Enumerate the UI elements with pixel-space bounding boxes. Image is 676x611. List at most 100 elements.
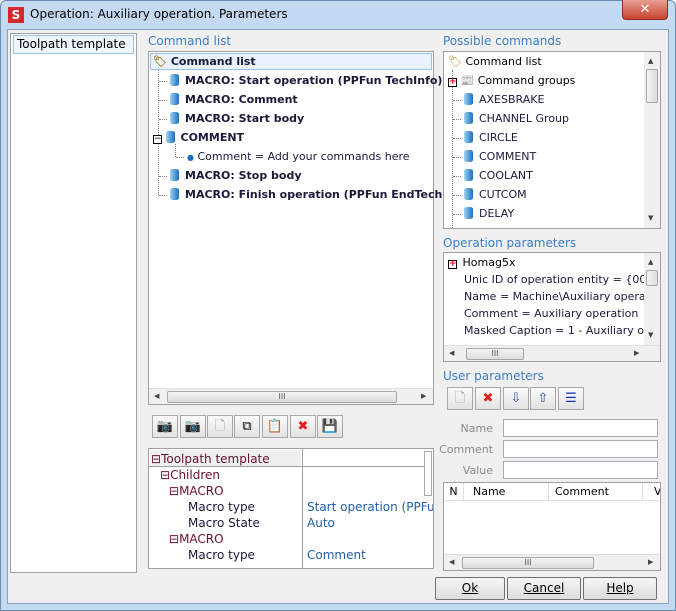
tree-root[interactable]: 🏷 Command list <box>153 53 256 71</box>
ok-button[interactable]: Ok <box>435 577 505 600</box>
nav-item-toolpath-template[interactable]: Toolpath template <box>13 35 134 54</box>
user-parameters-label: User parameters <box>443 369 544 383</box>
comment-label: Comment <box>439 443 493 456</box>
new-page-icon: 🗋 <box>214 419 226 434</box>
possible-commands-tree[interactable]: 🏷 Command list + 📰 Command groups AXESBR… <box>443 51 661 229</box>
command-icon <box>464 131 473 143</box>
tree-item[interactable]: CIRCLE <box>464 129 518 147</box>
tree-item[interactable]: DELAY <box>464 205 514 223</box>
tree-item[interactable]: MACRO: Start body <box>170 110 304 128</box>
paste-button[interactable]: 📋 <box>262 415 288 438</box>
save-button[interactable]: 💾 <box>317 415 343 438</box>
command-icon <box>170 112 179 124</box>
grid-row[interactable]: ⊟Toolpath template <box>151 451 270 467</box>
tree-item[interactable]: CUTCOM <box>464 186 527 204</box>
tree-item[interactable]: MACRO: Start operation (PPFun TechInfo) <box>170 72 442 90</box>
vertical-scrollbar[interactable]: ▲ ▼ <box>644 52 660 228</box>
tree-item[interactable]: AXESBRAKE <box>464 91 544 109</box>
collapse-icon[interactable]: ⊟ <box>169 484 179 498</box>
tree-line <box>453 214 461 215</box>
tree-item[interactable]: COMMENT <box>464 148 536 166</box>
tree-root-label: Homag5x <box>462 256 516 269</box>
parameter-item[interactable]: Unic ID of operation entity = {00… <box>464 271 657 289</box>
cancel-button[interactable]: Cancel <box>507 577 581 600</box>
grid-row[interactable]: ⊟Children <box>160 467 220 483</box>
comment-input[interactable] <box>503 440 658 458</box>
command-list-icon: 🏷 <box>153 55 167 68</box>
column-header-comment[interactable]: Comment <box>549 483 643 500</box>
command-icon <box>464 169 473 181</box>
parameter-item[interactable]: Name = Machine\Auxiliary operation <box>464 288 660 306</box>
property-grid[interactable]: ⊟Toolpath template ⊟Children ⊟MACRO Macr… <box>148 448 434 569</box>
app-logo-icon: S <box>8 7 24 23</box>
expand-icon[interactable]: + <box>448 260 457 269</box>
name-label: Name <box>460 422 493 435</box>
tree-item-label: CIRCLE <box>479 131 518 144</box>
name-input[interactable] <box>503 419 658 437</box>
new-page-icon: 🗋 <box>454 391 466 406</box>
horizontal-scrollbar[interactable]: ◀ III ▶ <box>149 388 433 404</box>
collapse-icon[interactable]: ⊟ <box>169 532 179 546</box>
delete-icon: ✖ <box>297 419 309 434</box>
tree-item[interactable]: CHANNEL Group <box>464 110 569 128</box>
value-input[interactable] <box>503 461 658 479</box>
command-list-icon: 🏷 <box>448 55 462 68</box>
tree-item[interactable]: MACRO: Finish operation (PPFun EndTechI.… <box>170 186 459 204</box>
parameter-dot-icon: ● <box>187 153 194 162</box>
tree-root[interactable]: 🏷 Command list <box>448 53 542 71</box>
tree-item-label: Command groups <box>477 74 576 87</box>
horizontal-scrollbar[interactable]: ◀ III ▶ <box>444 554 660 570</box>
vertical-scrollbar[interactable]: ▲ ▼ <box>644 253 660 345</box>
import-button[interactable]: 📷 <box>152 415 178 438</box>
command-icon <box>464 188 473 200</box>
command-icon <box>170 93 179 105</box>
operation-parameters-tree[interactable]: + Homag5x Unic ID of operation entity = … <box>443 252 661 362</box>
collapse-icon[interactable]: ⊟ <box>160 468 170 482</box>
tree-item-group[interactable]: + 📰 Command groups <box>448 72 575 90</box>
expand-icon[interactable]: + <box>448 78 457 87</box>
cancel-label: Cancel <box>523 581 565 595</box>
delete-parameter-button[interactable]: ✖ <box>475 387 501 410</box>
column-header-n[interactable]: N <box>444 483 464 500</box>
grid-value[interactable]: Start operation (PPFun <box>307 499 433 515</box>
copy-button[interactable]: ⧉ <box>234 415 260 438</box>
command-icon <box>464 207 473 219</box>
grid-row[interactable]: ⊟MACRO <box>169 531 224 547</box>
collapse-icon[interactable]: − <box>153 135 162 144</box>
grid-value[interactable]: Comment <box>307 547 366 563</box>
export-button[interactable]: 📷 <box>180 415 206 438</box>
new-parameter-button[interactable]: 🗋 <box>447 387 473 410</box>
new-button[interactable]: 🗋 <box>207 415 233 438</box>
tree-item[interactable]: ● Comment = Add your commands here <box>187 148 410 166</box>
delete-button[interactable]: ✖ <box>290 415 316 438</box>
title-bar[interactable]: S Operation: Auxiliary operation. Parame… <box>0 0 676 28</box>
tree-root[interactable]: + Homag5x <box>448 254 515 272</box>
grid-key: MACRO <box>179 532 224 546</box>
vertical-scrollbar[interactable] <box>424 451 432 496</box>
parameter-item[interactable]: Masked Caption = 1 - Auxiliary op… <box>464 322 660 340</box>
columns-button[interactable]: ☰ <box>558 387 584 410</box>
tree-item-label: CUTCOM <box>479 188 527 201</box>
column-header-value[interactable]: V <box>654 483 660 500</box>
tree-line <box>453 100 461 101</box>
tree-item[interactable]: MACRO: Stop body <box>170 167 302 185</box>
grid-value[interactable]: Auto <box>307 515 335 531</box>
grid-row[interactable]: ⊟MACRO <box>169 483 224 499</box>
move-down-button[interactable]: ⇩ <box>503 387 529 410</box>
parameter-item[interactable]: Comment = Auxiliary operation <box>464 305 638 323</box>
close-button[interactable]: ✕ <box>622 0 668 20</box>
move-up-button[interactable]: ⇧ <box>530 387 556 410</box>
tree-item[interactable]: MACRO: Comment <box>170 91 298 109</box>
tree-item[interactable]: COOLANT <box>464 167 533 185</box>
collapse-icon[interactable]: ⊟ <box>151 452 161 466</box>
tree-item[interactable]: − COMMENT <box>153 129 244 147</box>
command-list-tree[interactable]: 🏷 Command list MACRO: Start operation (P… <box>148 51 459 405</box>
column-header-name[interactable]: Name <box>465 483 549 500</box>
tree-item-label: COOLANT <box>479 169 533 182</box>
help-button[interactable]: Help <box>583 577 657 600</box>
grid-key: Macro type <box>188 548 255 562</box>
copy-icon: ⧉ <box>242 419 252 434</box>
command-icon <box>170 188 179 200</box>
user-parameters-list[interactable]: N Name Comment V ◀ III ▶ <box>443 482 661 571</box>
horizontal-scrollbar[interactable]: ◀ III ▶ <box>444 345 660 361</box>
